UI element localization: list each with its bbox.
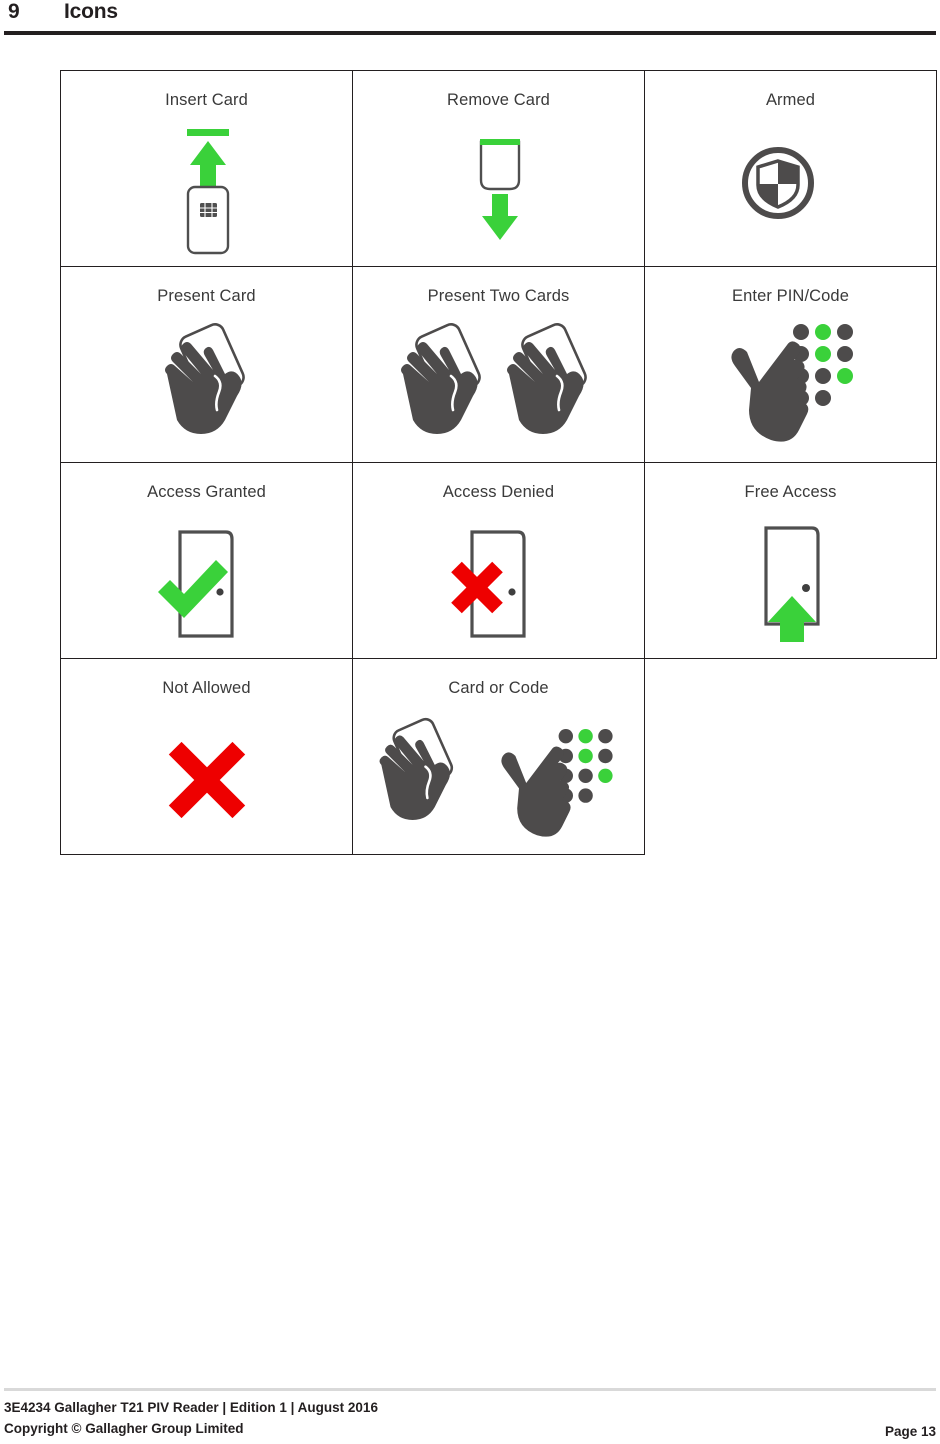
icon-cell-remove-card: Remove Card: [352, 70, 645, 267]
cell-label: Not Allowed: [162, 679, 251, 697]
insert-card-icon: [61, 119, 352, 265]
icon-cell-card-or-code: Card or Code: [352, 658, 645, 855]
page-footer: 3E4234 Gallagher T21 PIV Reader | Editio…: [4, 1398, 936, 1440]
footer-line-2: Copyright © Gallagher Group Limited: [4, 1420, 244, 1436]
icon-cell-access-granted: Access Granted: [60, 462, 353, 659]
footer-line-1: 3E4234 Gallagher T21 PIV Reader | Editio…: [4, 1400, 378, 1415]
heading-row: 9 Icons: [0, 0, 940, 34]
cell-label: Present Two Cards: [427, 287, 570, 305]
pointing-hand: [500, 746, 571, 837]
icon-cell-free-access: Free Access: [644, 462, 937, 659]
present-card-icon: [61, 315, 352, 461]
table-row: Insert Card Remove Card Armed: [60, 70, 937, 267]
heading-rule: [4, 31, 936, 35]
cell-label: Free Access: [744, 483, 837, 501]
cell-label: Access Granted: [147, 483, 266, 501]
remove-card-icon: [353, 119, 644, 265]
cell-label: Present Card: [157, 287, 256, 305]
access-granted-icon: [61, 511, 352, 657]
armed-shield-icon: [645, 119, 936, 265]
present-two-cards-icon: [353, 315, 644, 461]
page-heading: 9 Icons: [0, 0, 940, 46]
icon-cell-not-allowed: Not Allowed: [60, 658, 353, 855]
cell-label: Insert Card: [165, 91, 248, 109]
present-card-glyph: [379, 717, 453, 821]
section-number: 9: [8, 0, 20, 23]
icon-cell-armed: Armed: [644, 70, 937, 267]
cell-label: Enter PIN/Code: [732, 287, 849, 305]
access-denied-icon: [353, 511, 644, 657]
free-access-icon: [645, 511, 936, 657]
card-or-code-icon: [353, 707, 644, 853]
icon-cell-access-denied: Access Denied: [352, 462, 645, 659]
icon-cell-present-two-cards: Present Two Cards: [352, 266, 645, 463]
cell-label: Card or Code: [448, 679, 549, 697]
icon-cell-insert-card: Insert Card: [60, 70, 353, 267]
icon-cell-enter-pin-code: Enter PIN/Code: [644, 266, 937, 463]
enter-pin-code-icon: [645, 315, 936, 461]
enter-code-glyph: [500, 729, 613, 837]
icon-cell-empty: [645, 659, 937, 855]
icon-table: Insert Card Remove Card Armed Present Ca…: [60, 70, 937, 855]
table-row: Access Granted Access Denied Free Access: [60, 462, 937, 659]
icon-cell-present-card: Present Card: [60, 266, 353, 463]
table-row: Not Allowed Card or Code: [60, 658, 937, 855]
footer-rule: [4, 1388, 936, 1391]
cell-label: Remove Card: [447, 91, 550, 109]
not-allowed-icon: [61, 707, 352, 853]
table-row: Present Card Present Two Cards Enter PIN…: [60, 266, 937, 463]
cell-label: Access Denied: [442, 483, 555, 501]
cell-label: Armed: [765, 91, 816, 109]
page-title: Icons: [64, 0, 118, 23]
page-number: Page 13: [884, 1423, 936, 1439]
footer-text: 3E4234 Gallagher T21 PIV Reader | Editio…: [4, 1398, 378, 1440]
pointing-hand: [730, 341, 808, 442]
